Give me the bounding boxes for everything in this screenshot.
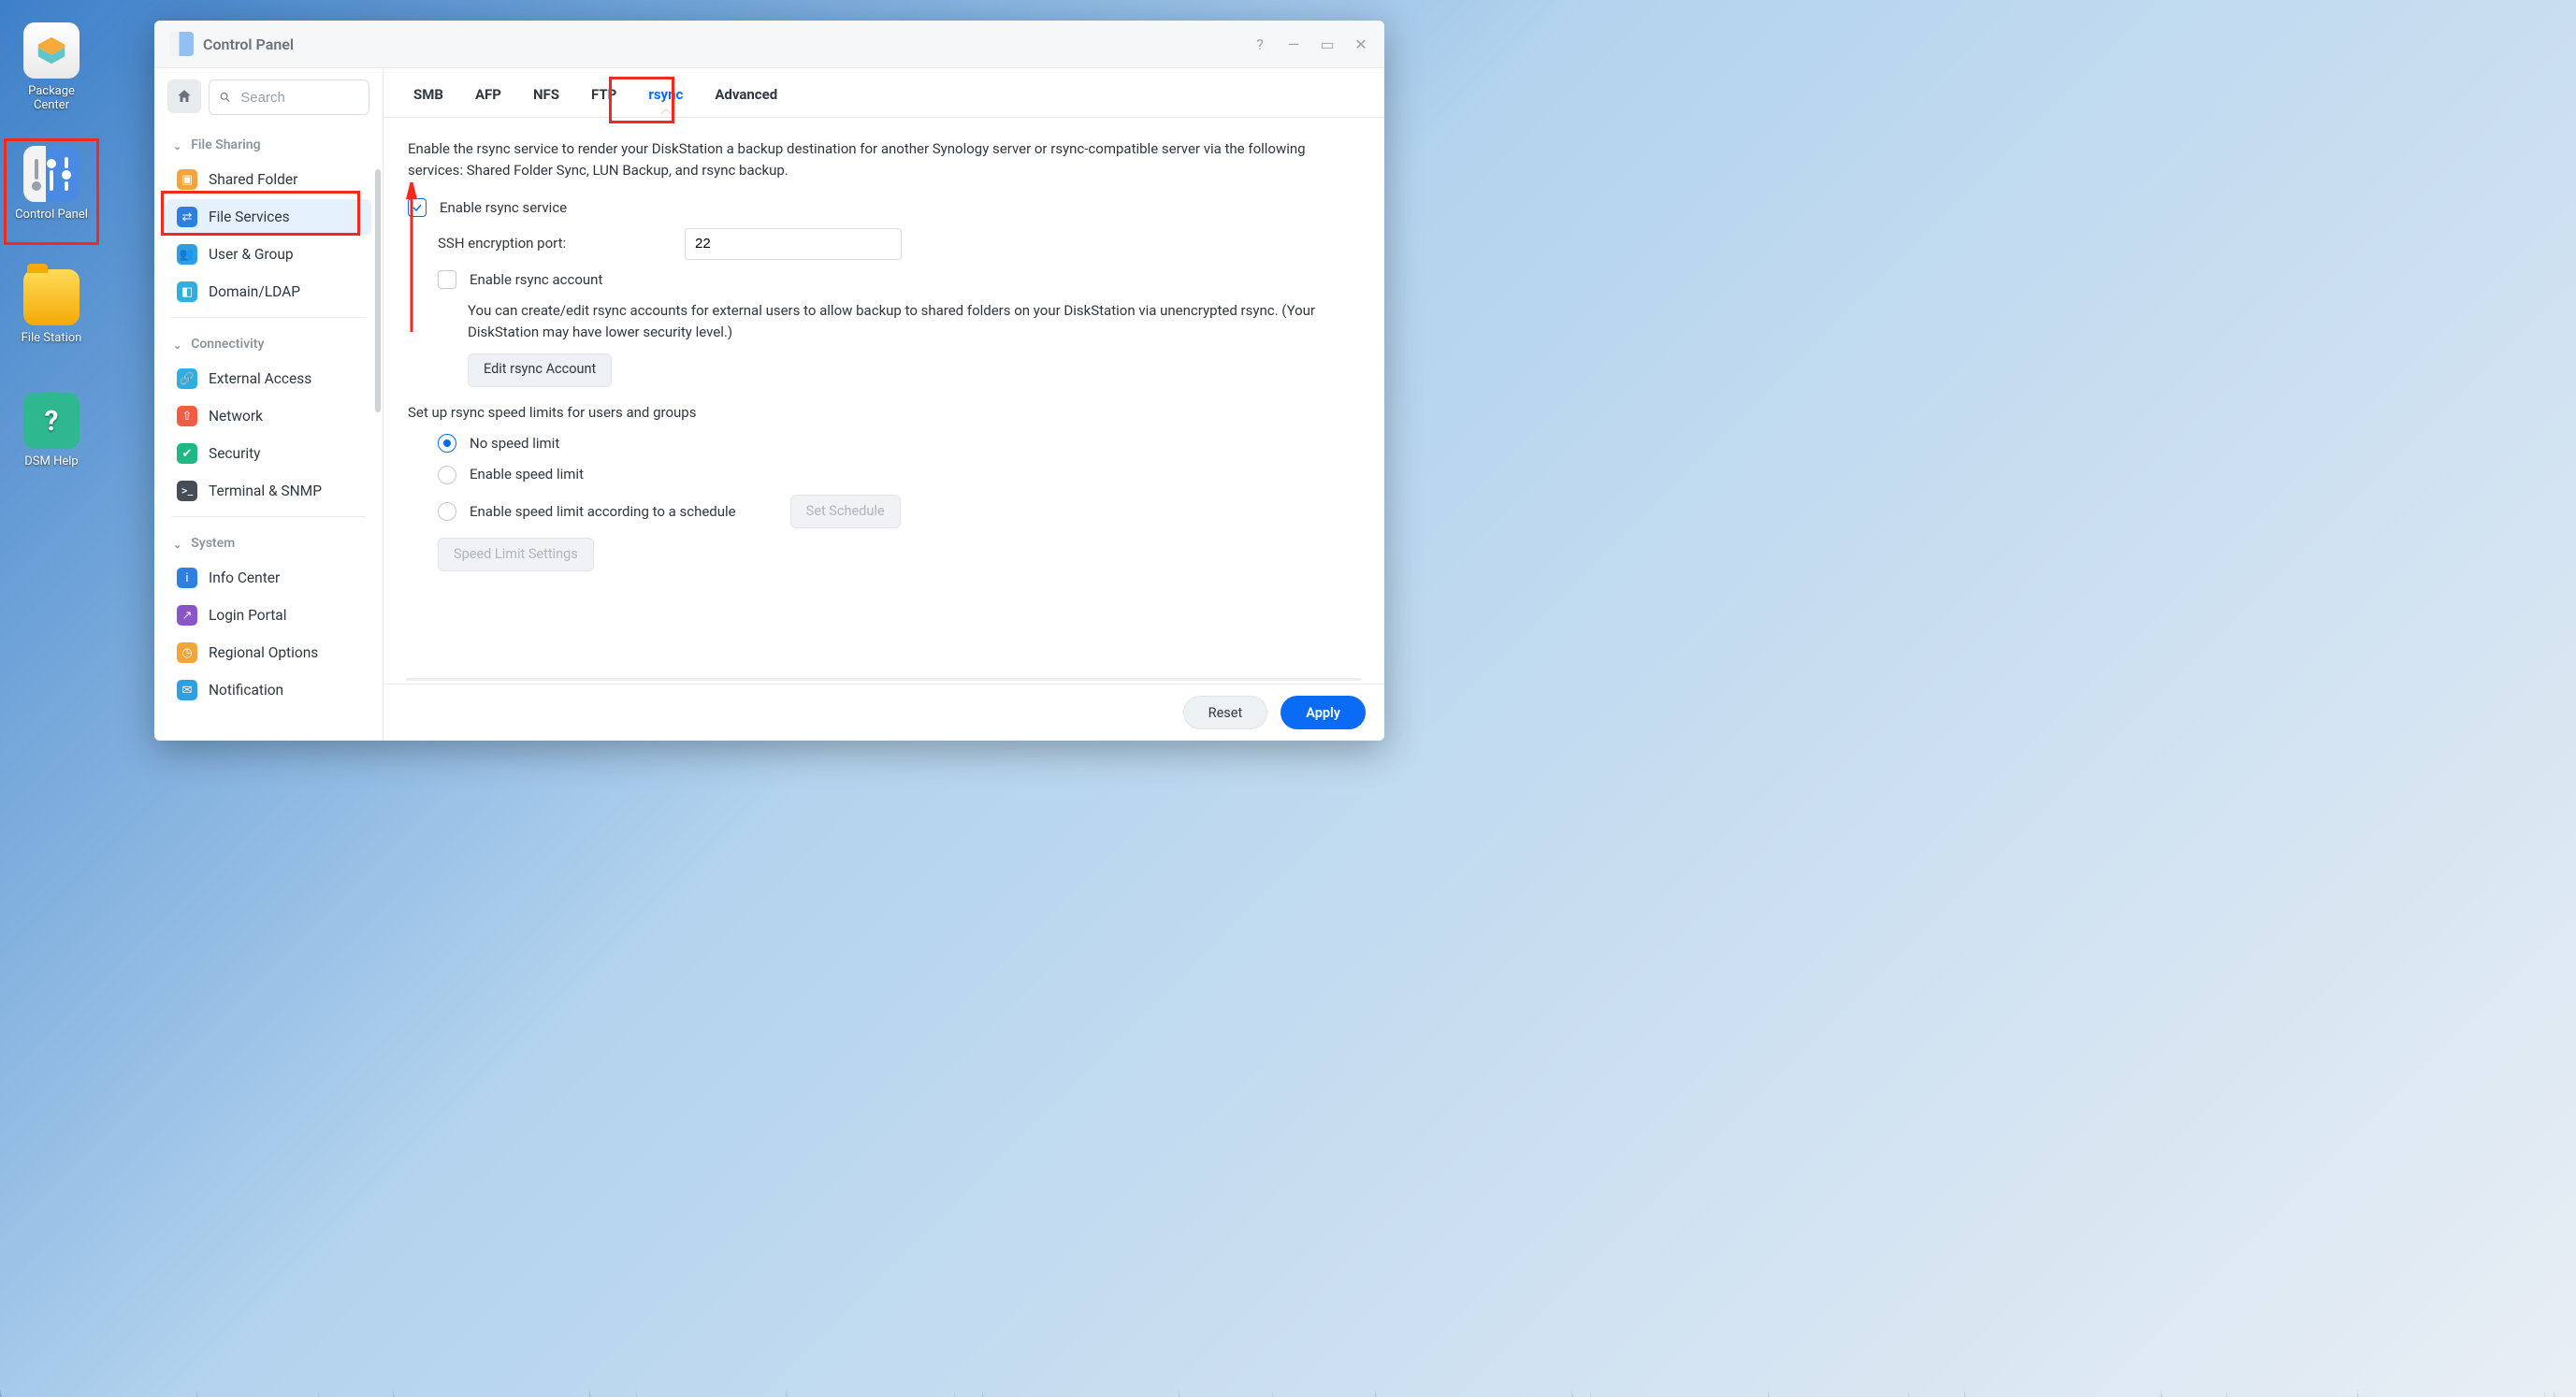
window-title: Control Panel [203,36,294,53]
domain-icon: ◧ [177,281,197,302]
rsync-description: Enable the rsync service to render your … [408,138,1360,182]
package-center-icon [23,22,80,79]
sidebar-item-shared-folder[interactable]: ▣Shared Folder [166,162,371,197]
control-panel-window: Control Panel ? — ▭ ✕ [154,21,1384,741]
set-schedule-button[interactable]: Set Schedule [790,495,901,528]
enable-rsync-checkbox[interactable] [408,198,427,217]
file-services-icon: ⇄ [177,207,197,227]
tab-rsync[interactable]: rsync [641,73,690,117]
sidebar-item-network[interactable]: ⇧Network [166,398,371,434]
sidebar-item-domain-ldap[interactable]: ◧Domain/LDAP [166,274,371,310]
control-panel-icon [23,146,80,202]
desktop: Package Center Control Panel File Statio… [0,0,2576,1397]
ssh-port-input[interactable] [685,228,902,260]
sidebar-item-security[interactable]: ✔Security [166,436,371,471]
enable-rsync-account-label: Enable rsync account [470,269,602,291]
user-group-icon: 👥 [177,244,197,265]
sidebar-item-external-access[interactable]: 🔗External Access [166,361,371,396]
main-panel: SMB AFP NFS FTP rsync Advanced Enable th… [384,68,1384,741]
enable-rsync-label: Enable rsync service [440,197,567,219]
help-icon[interactable]: ? [1252,36,1268,53]
sidebar-item-notification[interactable]: ✉Notification [166,672,371,708]
enable-rsync-account-checkbox[interactable] [438,270,456,289]
tab-afp[interactable]: AFP [468,73,509,117]
info-icon: i [177,568,197,588]
scroll-track [406,678,1362,681]
help-icon: ? [23,393,80,449]
file-station-icon [23,269,80,325]
desktop-icon-dsm-help[interactable]: ? DSM Help [9,393,94,468]
tab-smb[interactable]: SMB [406,73,451,117]
radio-label: Enable speed limit [470,464,584,485]
reset-button[interactable]: Reset [1183,696,1268,729]
search-input[interactable] [239,89,359,107]
login-icon: ↗ [177,605,197,626]
radio-enable-speed-limit[interactable] [438,466,456,484]
section-system[interactable]: ⌃System [162,525,375,558]
chevron-up-icon: ⌃ [173,338,181,351]
sidebar-item-file-services[interactable]: ⇄File Services [166,199,371,235]
desktop-icon-control-panel[interactable]: Control Panel [9,146,94,222]
radio-label: Enable speed limit according to a schedu… [470,501,736,523]
page-content: Enable the rsync service to render your … [384,118,1384,741]
tab-nfs[interactable]: NFS [526,73,567,117]
apply-button[interactable]: Apply [1281,696,1366,729]
sidebar-item-regional-options[interactable]: ◷Regional Options [166,635,371,670]
notification-icon: ✉ [177,680,197,700]
icon-label: Package Center [28,84,75,112]
icon-label: DSM Help [24,454,78,468]
sidebar-item-user-group[interactable]: 👥User & Group [166,237,371,272]
speed-limit-heading: Set up rsync speed limits for users and … [408,402,696,424]
edit-rsync-account-button[interactable]: Edit rsync Account [468,353,612,387]
chevron-up-icon: ⌃ [173,139,181,151]
icon-label: Control Panel [15,208,88,222]
home-icon [176,88,193,105]
sidebar-item-login-portal[interactable]: ↗Login Portal [166,598,371,633]
tab-advanced[interactable]: Advanced [707,73,785,117]
home-button[interactable] [167,79,201,113]
window-app-icon [169,32,194,56]
rsync-account-note: You can create/edit rsync accounts for e… [468,300,1360,344]
speed-limit-settings-button[interactable]: Speed Limit Settings [438,538,594,571]
ssh-port-label: SSH encryption port: [438,233,672,254]
maximize-icon[interactable]: ▭ [1319,36,1336,53]
search-icon [219,90,231,105]
tabs: SMB AFP NFS FTP rsync Advanced [384,68,1384,118]
tab-ftp[interactable]: FTP [584,73,624,117]
folder-icon: ▣ [177,169,197,190]
sidebar-item-terminal-snmp[interactable]: >_Terminal & SNMP [166,473,371,509]
section-file-sharing[interactable]: ⌃File Sharing [162,126,375,160]
radio-schedule-speed-limit[interactable] [438,502,456,521]
icon-label: File Station [22,331,82,345]
network-icon: ⇧ [177,406,197,426]
terminal-icon: >_ [177,481,197,501]
titlebar[interactable]: Control Panel ? — ▭ ✕ [154,21,1384,68]
close-icon[interactable]: ✕ [1353,36,1369,53]
minimize-icon[interactable]: — [1285,36,1302,53]
desktop-icon-file-station[interactable]: File Station [9,269,94,345]
sidebar[interactable]: ⌃File Sharing ▣Shared Folder ⇄File Servi… [154,68,384,741]
sidebar-item-info-center[interactable]: iInfo Center [166,560,371,596]
radio-label: No speed limit [470,433,559,454]
search-box[interactable] [209,79,369,115]
regional-icon: ◷ [177,642,197,663]
chevron-up-icon: ⌃ [173,538,181,550]
desktop-icon-package-center[interactable]: Package Center [9,22,94,112]
security-icon: ✔ [177,443,197,464]
section-connectivity[interactable]: ⌃Connectivity [162,325,375,359]
footer: Reset Apply [384,684,1384,741]
external-access-icon: 🔗 [177,368,197,389]
radio-no-speed-limit[interactable] [438,434,456,453]
